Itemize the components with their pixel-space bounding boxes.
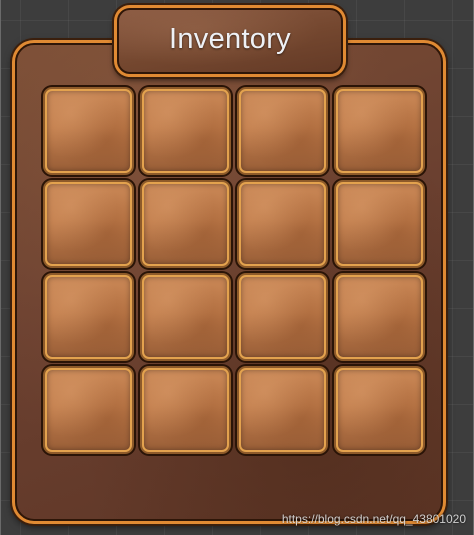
inventory-slot-surface <box>45 368 132 452</box>
inventory-title: Inventory <box>169 22 291 55</box>
inventory-slot-2[interactable] <box>140 87 231 175</box>
inventory-slot-7[interactable] <box>237 180 328 268</box>
inventory-slot-surface <box>239 368 326 452</box>
inventory-slot-12[interactable] <box>334 273 425 361</box>
inventory-slot-10[interactable] <box>140 273 231 361</box>
inventory-slot-11[interactable] <box>237 273 328 361</box>
inventory-slot-14[interactable] <box>140 366 231 454</box>
inventory-title-inner: Inventory <box>117 8 343 74</box>
watermark-text: https://blog.csdn.net/qq_43801020 <box>281 512 466 526</box>
inventory-slot-surface <box>239 89 326 173</box>
inventory-slot-16[interactable] <box>334 366 425 454</box>
inventory-slot-surface <box>336 182 423 266</box>
inventory-slot-surface <box>142 275 229 359</box>
inventory-slot-surface <box>142 368 229 452</box>
inventory-panel <box>12 40 446 524</box>
inventory-panel-inner <box>15 43 443 521</box>
inventory-slot-surface <box>239 182 326 266</box>
inventory-slot-surface <box>45 275 132 359</box>
inventory-slot-9[interactable] <box>43 273 134 361</box>
inventory-slot-surface <box>45 182 132 266</box>
inventory-slot-5[interactable] <box>43 180 134 268</box>
inventory-slot-1[interactable] <box>43 87 134 175</box>
inventory-slot-13[interactable] <box>43 366 134 454</box>
inventory-slot-surface <box>336 368 423 452</box>
inventory-slot-4[interactable] <box>334 87 425 175</box>
inventory-slot-15[interactable] <box>237 366 328 454</box>
inventory-slot-surface <box>336 275 423 359</box>
inventory-slot-3[interactable] <box>237 87 328 175</box>
inventory-slot-surface <box>45 89 132 173</box>
inventory-slot-grid <box>43 87 429 454</box>
inventory-slot-8[interactable] <box>334 180 425 268</box>
inventory-slot-surface <box>142 182 229 266</box>
inventory-slot-6[interactable] <box>140 180 231 268</box>
inventory-slot-surface <box>142 89 229 173</box>
inventory-title-plate: Inventory <box>114 5 346 77</box>
inventory-slot-surface <box>336 89 423 173</box>
inventory-slot-surface <box>239 275 326 359</box>
